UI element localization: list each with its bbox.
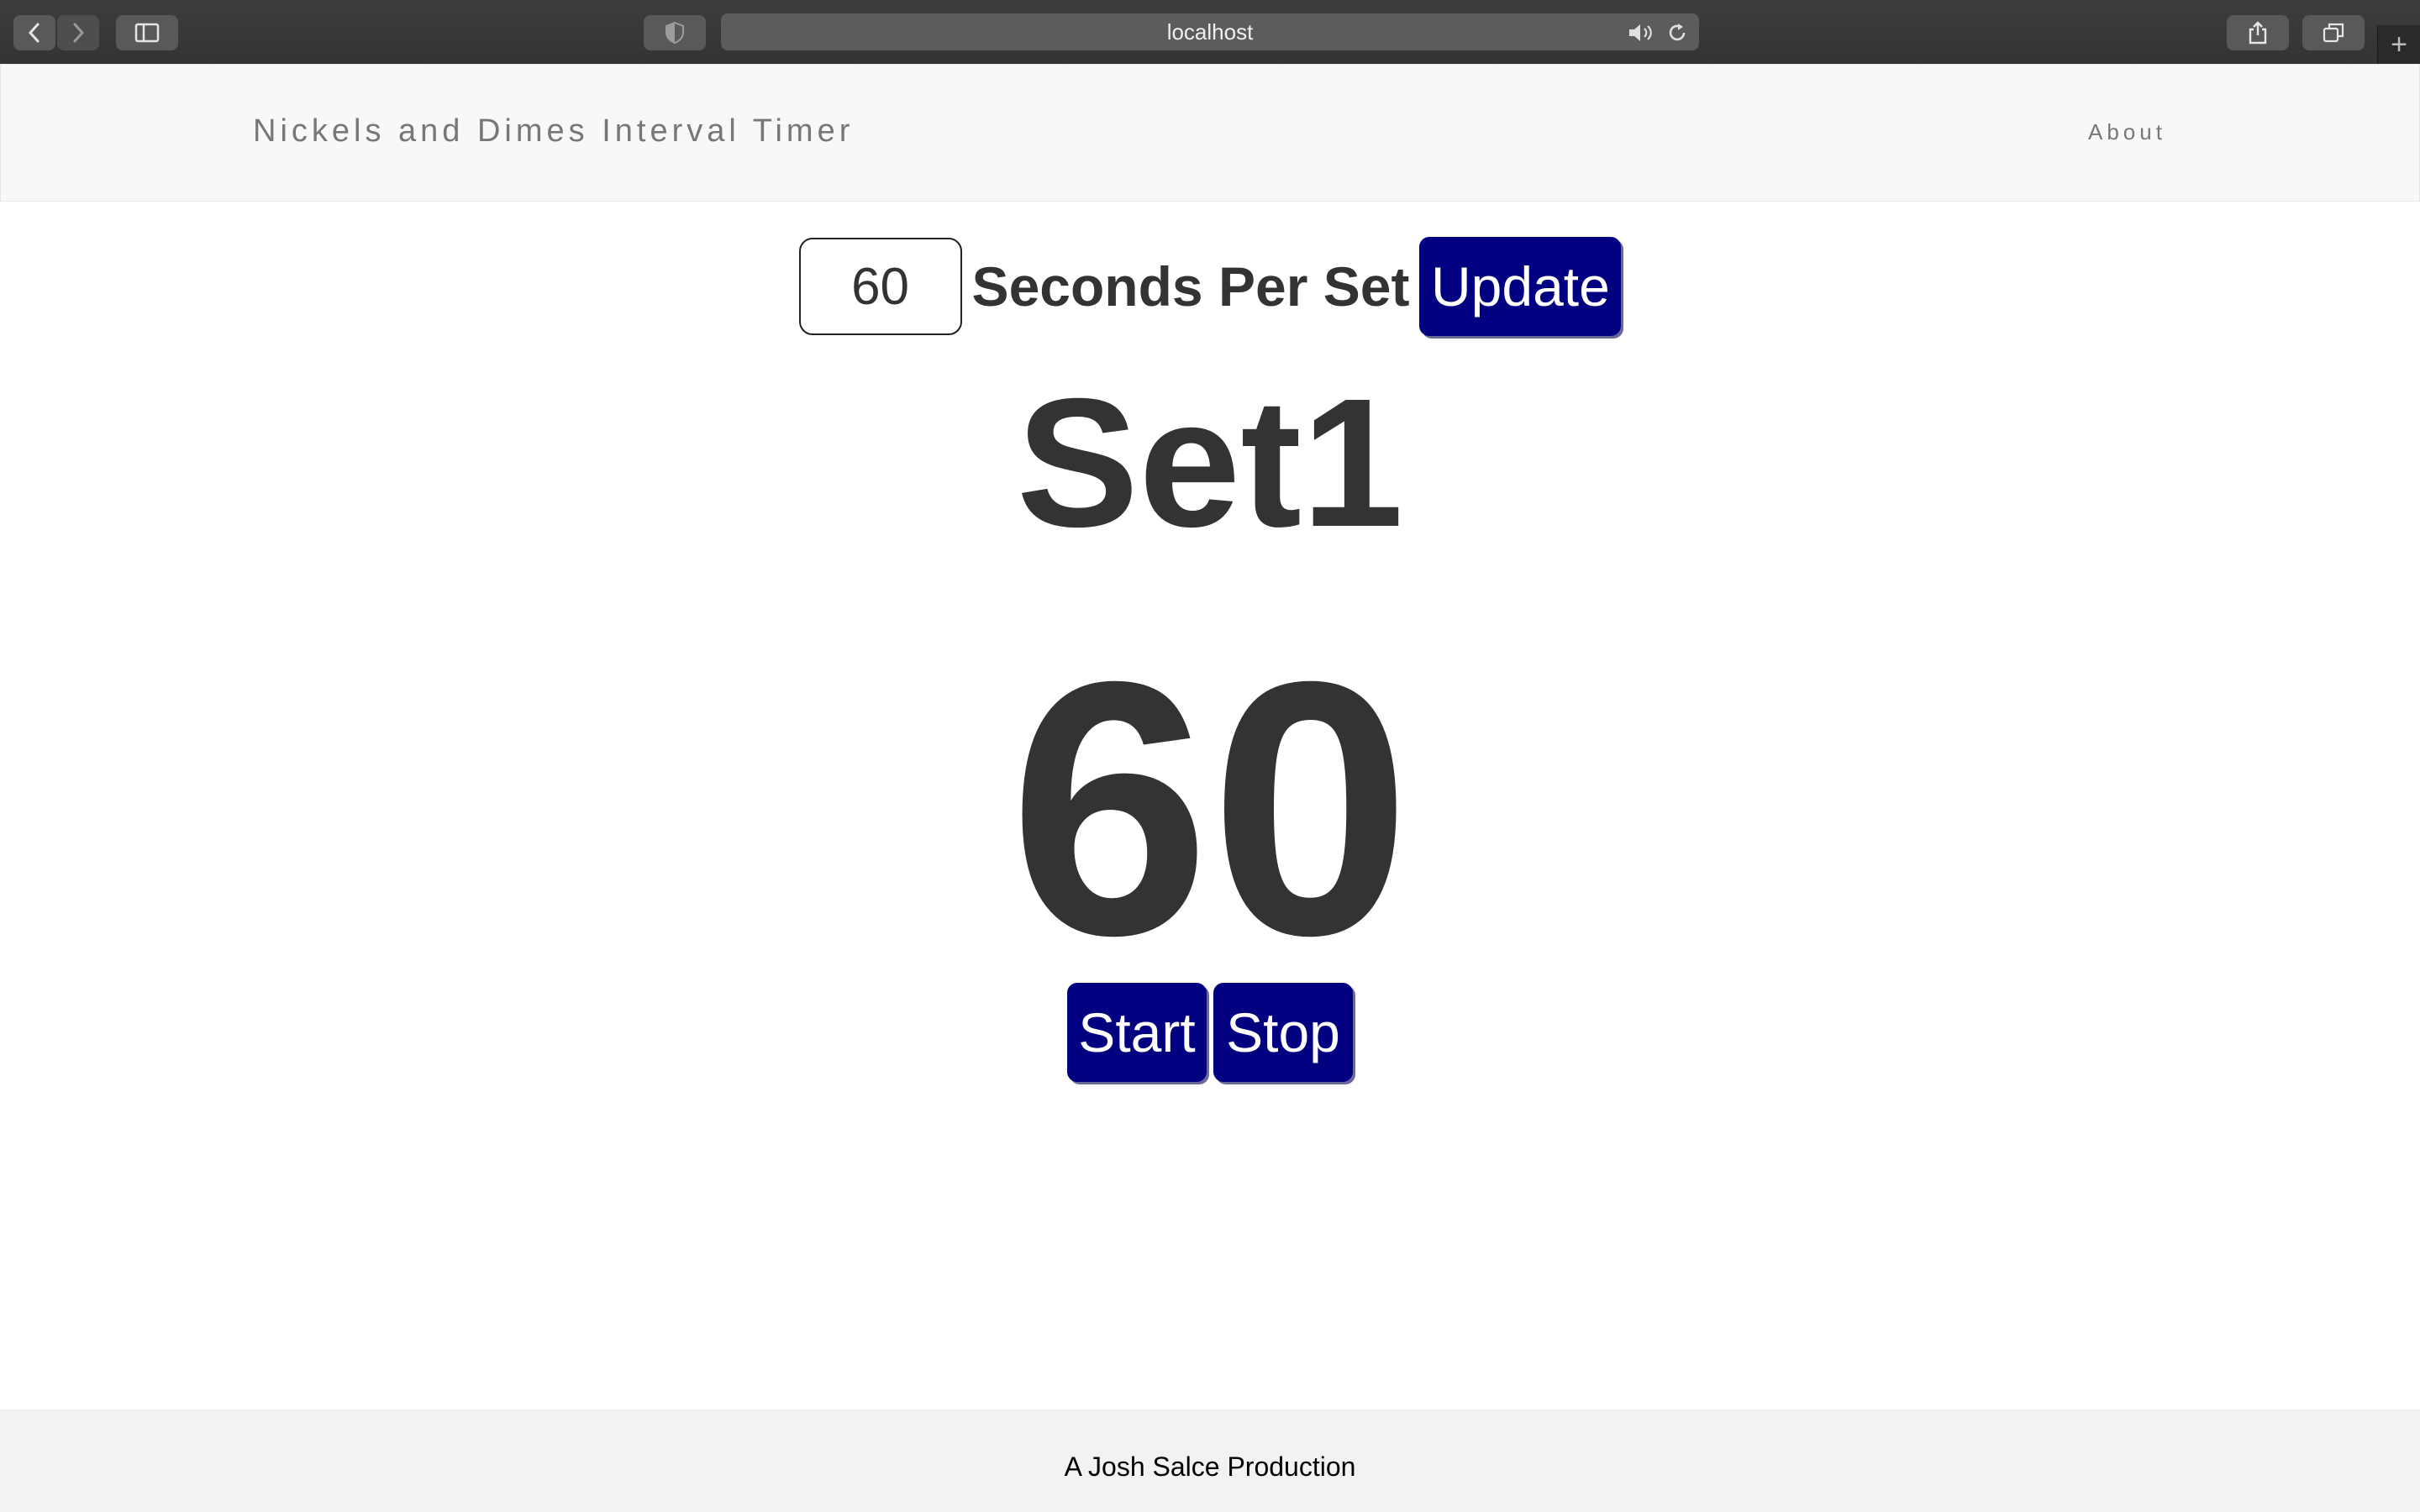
settings-row: Seconds Per Set Update [0,237,2420,336]
site-footer: A Josh Salce Production [0,1410,2420,1512]
seconds-per-set-input[interactable] [798,238,962,335]
back-button[interactable] [13,15,55,50]
sidebar-icon [134,23,160,43]
set-indicator: Set1 [1016,361,1404,565]
url-text: localhost [1166,18,1254,45]
reload-icon[interactable] [1665,21,1689,45]
sidebar-toggle-button[interactable] [116,15,178,50]
tab-overview-button[interactable] [2302,15,2365,50]
share-button[interactable] [2227,15,2289,50]
brand-link[interactable]: Nickels and Dimes Interval Timer [253,113,854,150]
new-tab-button[interactable]: + [2377,25,2420,64]
seconds-per-set-label: Seconds Per Set [971,255,1410,318]
shield-icon [666,21,684,45]
browser-toolbar: localhost + [0,0,2420,65]
address-bar[interactable]: localhost [721,13,1699,50]
start-button[interactable]: Start [1067,983,1207,1082]
timer-controls: Start Stop [0,983,2420,1082]
privacy-report-button[interactable] [644,15,706,50]
update-button[interactable]: Update [1419,237,1622,336]
tab-overview-icon [2323,23,2344,43]
plus-icon: + [2391,28,2407,60]
site-navbar: Nickels and Dimes Interval Timer About [0,64,2420,202]
chevron-left-icon [28,23,39,43]
footer-credit: A Josh Salce Production [1064,1452,1356,1482]
speaker-icon[interactable] [1627,21,1652,45]
forward-button[interactable] [57,15,99,50]
countdown-display: 60 [1008,607,1412,1011]
chevron-right-icon [73,23,85,43]
share-icon [2249,21,2267,45]
nav-about-link[interactable]: About [2088,119,2166,145]
stop-button[interactable]: Stop [1213,983,1353,1082]
